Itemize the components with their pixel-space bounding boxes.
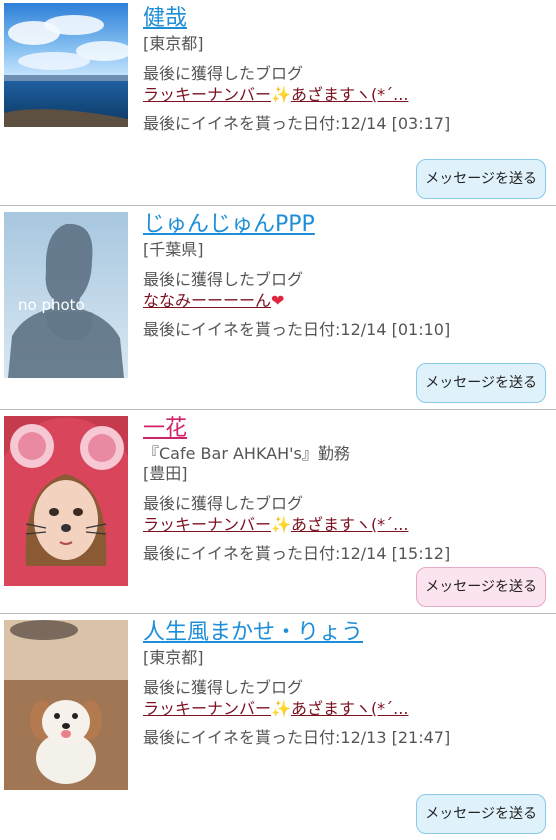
blog-title-start: ラッキーナンバー <box>143 85 272 104</box>
blog-title-start: ラッキーナンバー <box>143 699 272 718</box>
user-photo[interactable] <box>4 416 128 586</box>
user-info: 一花 『Cafe Bar AHKAH's』勤務 [豊田] 最後に獲得したブログ … <box>143 414 548 564</box>
last-like-date: 最後にイイネを貰った日付:12/13 [21:47] <box>143 728 451 747</box>
user-photo[interactable] <box>4 3 128 127</box>
job-text: 『Cafe Bar AHKAH's』勤務 <box>143 444 350 463</box>
location-text: [東京都] <box>143 648 204 667</box>
sparkle-icon: ✨ <box>271 699 291 718</box>
user-info: じゅんじゅんPPP [千葉県] 最後に獲得したブログ ななみーーーーん❤ 最後に… <box>143 210 548 340</box>
last-like-date: 最後にイイネを貰った日付:12/14 [01:10] <box>143 320 451 339</box>
user-list: 健哉 [東京都] 最後に獲得したブログ ラッキーナンバー✨あざますヽ(*´...… <box>0 0 556 840</box>
blog-label: 最後に獲得したブログ <box>143 494 304 513</box>
user-name-link[interactable]: 人生風まかせ・りょう <box>143 618 548 648</box>
location-text: [千葉県] <box>143 240 204 259</box>
user-card: 一花 『Cafe Bar AHKAH's』勤務 [豊田] 最後に獲得したブログ … <box>0 410 556 614</box>
send-message-button[interactable]: メッセージを送る <box>416 363 546 403</box>
user-card: 人生風まかせ・りょう [東京都] 最後に獲得したブログ ラッキーナンバー✨あざま… <box>0 614 556 840</box>
blog-title-end: あざますヽ(*´... <box>290 515 409 534</box>
blog-title-start: ななみーーーーん <box>143 291 272 310</box>
sparkle-icon: ✨ <box>271 515 291 534</box>
send-message-button[interactable]: メッセージを送る <box>416 159 546 199</box>
user-name-link[interactable]: 一花 <box>143 414 548 444</box>
send-message-button[interactable]: メッセージを送る <box>416 567 546 607</box>
user-card: 健哉 [東京都] 最後に獲得したブログ ラッキーナンバー✨あざますヽ(*´...… <box>0 0 556 206</box>
user-info: 人生風まかせ・りょう [東京都] 最後に獲得したブログ ラッキーナンバー✨あざま… <box>143 618 548 748</box>
no-photo-label: no photo <box>18 296 85 314</box>
blog-label: 最後に獲得したブログ <box>143 678 304 697</box>
last-like-date: 最後にイイネを貰った日付:12/14 [15:12] <box>143 544 451 563</box>
last-like-date: 最後にイイネを貰った日付:12/14 [03:17] <box>143 114 451 133</box>
location-text: [豊田] <box>143 464 188 483</box>
user-name-link[interactable]: じゅんじゅんPPP <box>143 210 548 240</box>
blog-title-start: ラッキーナンバー <box>143 515 272 534</box>
last-blog-link[interactable]: ラッキーナンバー✨あざますヽ(*´... <box>143 698 548 720</box>
last-blog-link[interactable]: ラッキーナンバー✨あざますヽ(*´... <box>143 84 548 106</box>
sparkle-icon: ✨ <box>271 85 291 104</box>
blog-title-end: あざますヽ(*´... <box>290 85 409 104</box>
location-text: [東京都] <box>143 34 204 53</box>
blog-label: 最後に獲得したブログ <box>143 270 304 289</box>
last-blog-link[interactable]: ラッキーナンバー✨あざますヽ(*´... <box>143 514 548 536</box>
blog-label: 最後に獲得したブログ <box>143 64 304 83</box>
user-name-link[interactable]: 健哉 <box>143 4 548 34</box>
user-photo[interactable] <box>4 620 128 790</box>
heart-icon: ❤ <box>271 291 285 310</box>
blog-title-end: あざますヽ(*´... <box>290 699 409 718</box>
user-info: 健哉 [東京都] 最後に獲得したブログ ラッキーナンバー✨あざますヽ(*´...… <box>143 4 548 134</box>
user-card: no photo じゅんじゅんPPP [千葉県] 最後に獲得したブログ ななみー… <box>0 206 556 410</box>
user-photo[interactable]: no photo <box>4 212 128 378</box>
last-blog-link[interactable]: ななみーーーーん❤ <box>143 290 548 312</box>
send-message-button[interactable]: メッセージを送る <box>416 794 546 834</box>
